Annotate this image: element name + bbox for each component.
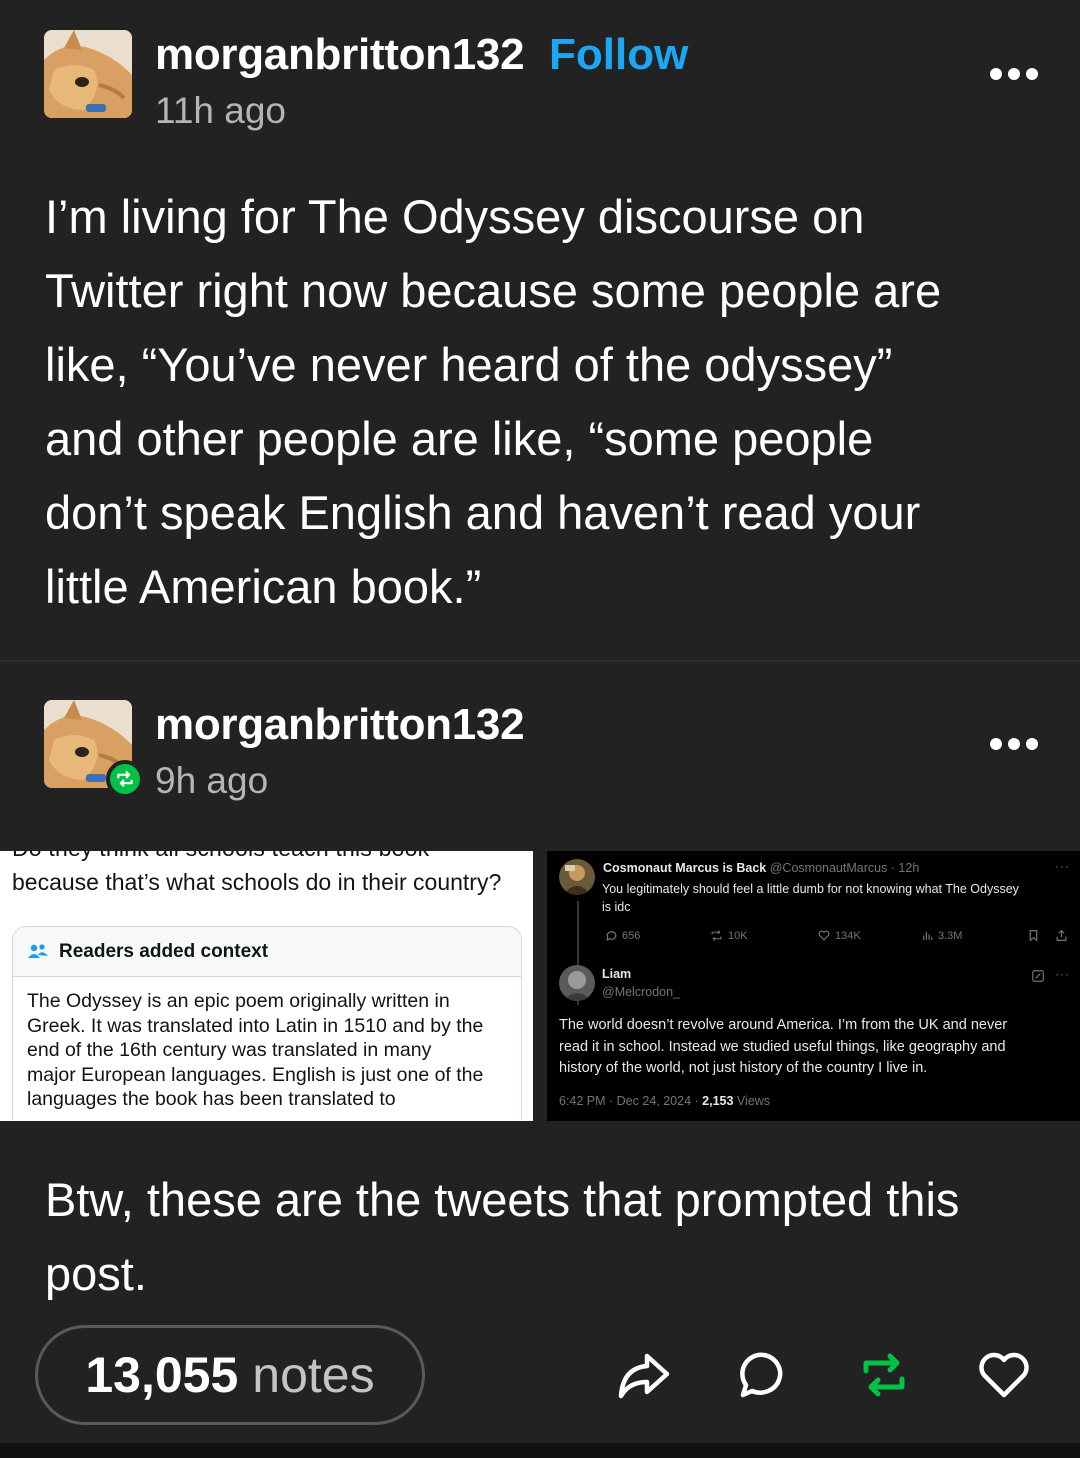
heart-icon[interactable] (974, 1345, 1034, 1405)
tweet-text-line: read it in school. Instead we studied us… (559, 1038, 1006, 1055)
tweet-text-line: You legitimately should feel a little du… (602, 882, 1019, 896)
tweet-author-name: Cosmonaut Marcus is Back (603, 861, 767, 875)
tweet-author: Cosmonaut Marcus is Back @CosmonautMarcu… (603, 861, 919, 875)
post-author-username[interactable]: morganbritton132 (155, 30, 525, 80)
tweet-timestamp: 6:42 PM · Dec 24, 2024 · (559, 1094, 703, 1108)
tweet-text-line: is idc (602, 900, 631, 914)
context-line: languages the book has been translated t… (27, 1088, 396, 1110)
caption-line: Btw, these are the tweets that prompted … (45, 1173, 960, 1226)
reply-count: 656 (622, 929, 641, 942)
tweet-more-icon: ··· (1055, 859, 1070, 873)
tweet-text-line: The world doesn’t revolve around America… (559, 1017, 1008, 1033)
reblog-icon[interactable] (854, 1345, 914, 1405)
edit-icon (1031, 969, 1045, 983)
cropped-text-line: Do they think all schools teach this boo… (12, 851, 429, 862)
tweet-meta: 6:42 PM · Dec 24, 2024 · 2,153 Views (559, 1094, 770, 1108)
like-count: 134K (835, 929, 861, 942)
tweet-avatar (559, 965, 595, 1001)
reply-icon[interactable] (734, 1345, 794, 1405)
heart-icon (818, 930, 830, 941)
tweet-text-line: history of the world, not just history o… (559, 1060, 928, 1076)
post-body-line: I’m living for The Odyssey discourse on (45, 190, 865, 243)
ellipsis-icon[interactable] (990, 732, 1038, 756)
post-body-line: Twitter right now because some people ar… (45, 264, 942, 317)
ellipsis-icon[interactable] (990, 62, 1038, 86)
readers-context-box: Readers added context The Odyssey is an … (12, 926, 522, 1121)
post-body-line: like, “You’ve never heard of the odyssey… (45, 338, 893, 391)
share-icon[interactable] (614, 1345, 674, 1405)
context-line: end of the 16th century was translated i… (27, 1039, 432, 1061)
repost-icon (711, 930, 722, 941)
context-line: Greek. It was translated into Latin in 1… (27, 1014, 484, 1037)
tweet-avatar (559, 859, 595, 895)
follow-button[interactable]: Follow (549, 30, 688, 80)
notes-count: 13,055 (85, 1347, 239, 1403)
notes-label: notes (252, 1347, 375, 1403)
readers-context-body: The Odyssey is an epic poem originally w… (13, 977, 521, 1112)
reblog-icon (106, 760, 144, 798)
notes-button[interactable]: 13,055 notes (35, 1325, 425, 1425)
tweet-author-name: Liam (602, 967, 632, 981)
screenshot-community-note[interactable]: Do they think all schools teach this boo… (0, 851, 533, 1121)
caption-line: post. (45, 1247, 147, 1300)
reply-icon (606, 931, 617, 941)
readers-context-header: Readers added context (13, 927, 521, 977)
bottom-edge (0, 1443, 1080, 1458)
repost-count: 10K (728, 929, 748, 942)
context-line: The Odyssey is an epic poem originally w… (27, 990, 450, 1012)
like-stat: 134K (817, 929, 861, 942)
readers-context-title: Readers added context (59, 940, 269, 962)
post-header: morganbritton132 Follow 11h ago (0, 0, 1080, 131)
reblog-caption: Btw, these are the tweets that prompted … (45, 1163, 1045, 1311)
share-icon (1055, 929, 1068, 942)
reblog-header: morganbritton132 9h ago (0, 670, 1080, 801)
tweet-text: The world doesn’t revolve around America… (559, 1015, 1064, 1080)
post-timestamp: 11h ago (155, 90, 286, 131)
tweet-views-count: 2,153 (702, 1094, 734, 1108)
post-body-line: don’t speak English and haven’t read you… (45, 486, 921, 539)
post-body-line: and other people are like, “some people (45, 412, 874, 465)
post-body-text: I’m living for The Odyssey discourse on … (45, 180, 1045, 624)
reblog-divider (0, 660, 1080, 662)
context-line: major European languages. English is jus… (27, 1063, 484, 1086)
reblog-timestamp: 9h ago (155, 760, 269, 801)
avatar[interactable] (44, 30, 132, 118)
repost-stat: 10K (709, 929, 748, 942)
tweet-question-line: because that’s what schools do in their … (12, 869, 502, 895)
views-icon (923, 931, 933, 940)
bookmark-icon (1027, 929, 1040, 942)
people-icon (27, 943, 49, 961)
views-count: 3.3M (938, 929, 963, 942)
reply-stat: 656 (605, 929, 640, 942)
tweet-handle: @Melcrodon_ (602, 985, 681, 999)
reblog-author-username[interactable]: morganbritton132 (155, 700, 525, 750)
tumblr-post: morganbritton132 Follow 11h ago I’m livi… (0, 0, 1080, 1458)
tweet-handle: @CosmonautMarcus · 12h (769, 861, 920, 875)
tweet-text: You legitimately should feel a little du… (602, 880, 1072, 916)
views-stat: 3.3M (921, 929, 962, 942)
tweet-more-icon: ··· (1055, 967, 1070, 981)
tweet-stats: 656 10K 134K 3.3M (603, 929, 1073, 945)
cat-avatar-image (44, 30, 132, 118)
tweet-views-label: Views (733, 1094, 771, 1108)
post-body-line: little American book.” (45, 560, 482, 613)
screenshot-tweet-thread[interactable]: Cosmonaut Marcus is Back @CosmonautMarcu… (547, 851, 1080, 1121)
